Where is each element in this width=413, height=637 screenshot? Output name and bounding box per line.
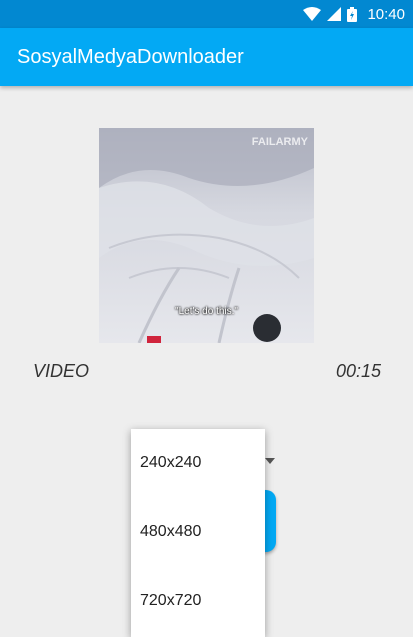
resolution-option-label: 240x240: [140, 454, 202, 471]
spinner-arrow-icon[interactable]: [265, 458, 275, 464]
status-icons: 10:40: [303, 0, 405, 28]
video-watermark: FAILARMY: [251, 136, 308, 148]
app-title: SosyalMedyaDownloader: [17, 46, 244, 68]
resolution-option-label: 720x720: [140, 592, 202, 609]
app-bar: SosyalMedyaDownloader: [0, 28, 413, 86]
battery-icon: [347, 6, 358, 22]
resolution-option[interactable]: 720x720: [131, 567, 265, 636]
media-duration-label: 00:15: [335, 361, 381, 381]
resolution-dropdown[interactable]: 240x240 480x480 720x720: [131, 429, 265, 637]
status-time: 10:40: [367, 5, 405, 23]
media-type-label: VIDEO: [33, 361, 90, 381]
resolution-option-label: 480x480: [140, 523, 202, 540]
resolution-option[interactable]: 240x240: [131, 429, 265, 498]
cell-signal-icon: [327, 7, 342, 21]
resolution-option[interactable]: 480x480: [131, 498, 265, 567]
video-thumbnail[interactable]: FAILARMY "Let's do this.": [99, 128, 314, 343]
status-bar: 10:40: [0, 0, 413, 28]
video-subtitle: "Let's do this.": [175, 306, 238, 317]
wifi-icon: [303, 7, 322, 21]
